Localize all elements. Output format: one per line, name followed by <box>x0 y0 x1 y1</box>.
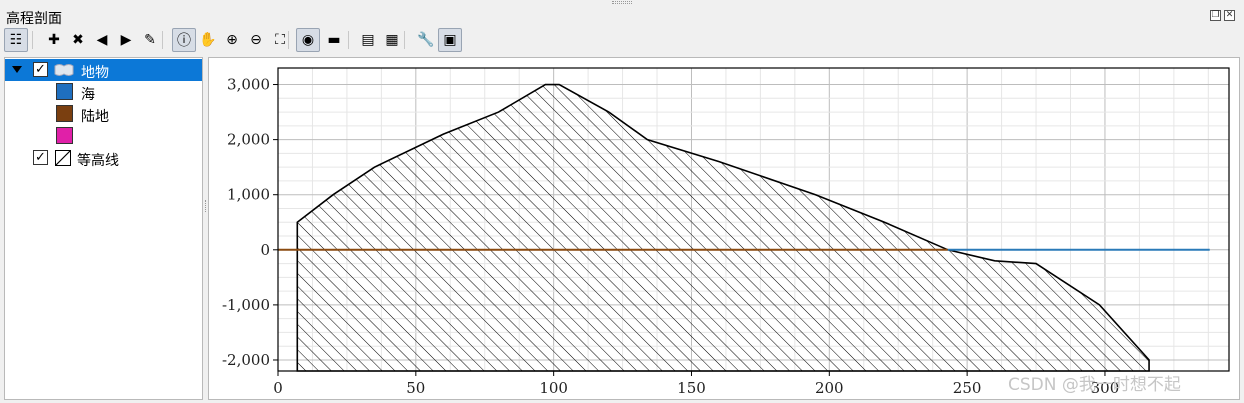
x-tick-label: 50 <box>406 379 425 397</box>
options-icon[interactable]: ▣ <box>438 28 462 52</box>
y-tick-label: 2,000 <box>227 131 270 149</box>
land-color-swatch <box>56 105 73 122</box>
class-row-land[interactable]: 陆地 <box>5 103 202 125</box>
profile-area <box>296 83 1150 372</box>
identify-icon[interactable]: ⓘ <box>172 28 196 52</box>
splitter-handle[interactable] <box>205 200 207 212</box>
y-tick-label: -1,000 <box>222 296 270 314</box>
export-pdf-icon[interactable]: ▤ <box>356 28 380 52</box>
clear-icon[interactable]: ✎ <box>138 28 162 52</box>
toolbar-separator <box>32 31 33 49</box>
other-color-swatch <box>56 127 73 144</box>
class-row-sea[interactable]: 海 <box>5 81 202 103</box>
y-tick-label: 0 <box>260 241 270 259</box>
export-image-icon[interactable]: ▦ <box>380 28 404 52</box>
x-tick-label: 150 <box>677 379 706 397</box>
toolbar-separator <box>288 31 289 49</box>
zoom-out-icon[interactable]: ⊖ <box>244 28 268 52</box>
elevation-profile-panel: 高程剖面 ❐ ✕ ☷ ✚ ✖ ◀ ▶ ✎ ⓘ ✋ ⊕ ⊖ ⛶ ◉ ▬ ▤ ▦ 🔧 ▣ ✓ 地物 海 陆地 ✓ <box>0 0 1244 401</box>
zoom-in-icon[interactable]: ⊕ <box>220 28 244 52</box>
class-label-sea: 海 <box>81 87 95 103</box>
elevation-profile-chart[interactable]: 3,0002,0001,0000-1,000-2,0000 50 100 150 200… <box>209 58 1239 399</box>
watermark-text: CSDN @我一时想不起 <box>1008 375 1181 395</box>
restore-icon[interactable]: ❐ <box>1210 10 1221 21</box>
drag-grip[interactable] <box>612 1 632 4</box>
class-row-other[interactable] <box>5 125 202 147</box>
expand-arrow-icon[interactable] <box>12 66 22 73</box>
contour-layer-row[interactable]: ✓ 等高线 <box>5 147 202 169</box>
snap-icon[interactable]: ◉ <box>296 28 320 52</box>
y-tick-label: -2,000 <box>222 351 270 369</box>
x-tick-label: 100 <box>539 379 568 397</box>
polygon-layer-icon <box>54 64 74 76</box>
sea-color-swatch <box>56 83 73 100</box>
layer-tree: ✓ 地物 海 陆地 ✓ 等高线 <box>4 57 203 400</box>
x-tick-label: 0 <box>273 379 283 397</box>
y-tick-label: 1,000 <box>227 186 270 204</box>
settings-icon[interactable]: 🔧 <box>414 28 438 52</box>
forward-icon[interactable]: ▶ <box>114 28 138 52</box>
chart-marks <box>278 83 1210 372</box>
toolbar-separator <box>162 31 163 49</box>
x-tick-label: 200 <box>815 379 844 397</box>
profile-plot-area[interactable]: 3,000 2,000 1,000 0 -1,000 -2,000 0 50 100 150 200… <box>208 57 1240 400</box>
hatch-symbol-icon <box>55 150 71 166</box>
measure-icon[interactable]: ▬ <box>322 28 346 52</box>
add-layer-icon[interactable]: ✚ <box>42 28 66 52</box>
contour-layer-label: 等高线 <box>77 153 119 169</box>
class-label-land: 陆地 <box>81 109 109 125</box>
close-icon[interactable]: ✕ <box>1224 10 1235 21</box>
toolbar-separator <box>404 31 405 49</box>
remove-layer-icon[interactable]: ✖ <box>66 28 90 52</box>
x-tick-label: 250 <box>953 379 982 397</box>
layer-group-label: 地物 <box>81 65 109 81</box>
layer-group-row[interactable]: ✓ 地物 <box>5 59 202 81</box>
title-bar: 高程剖面 ❐ ✕ <box>0 0 1244 27</box>
contour-checkbox[interactable]: ✓ <box>33 150 48 165</box>
toolbar: ☷ ✚ ✖ ◀ ▶ ✎ ⓘ ✋ ⊕ ⊖ ⛶ ◉ ▬ ▤ ▦ 🔧 ▣ <box>4 28 1240 54</box>
y-tick-label: 3,000 <box>227 76 270 94</box>
toolbar-separator <box>348 31 349 49</box>
back-icon[interactable]: ◀ <box>90 28 114 52</box>
layer-tree-icon[interactable]: ☷ <box>4 28 28 52</box>
pan-icon[interactable]: ✋ <box>196 28 220 52</box>
panel-title: 高程剖面 <box>6 11 62 27</box>
layer-group-checkbox[interactable]: ✓ <box>33 62 48 77</box>
